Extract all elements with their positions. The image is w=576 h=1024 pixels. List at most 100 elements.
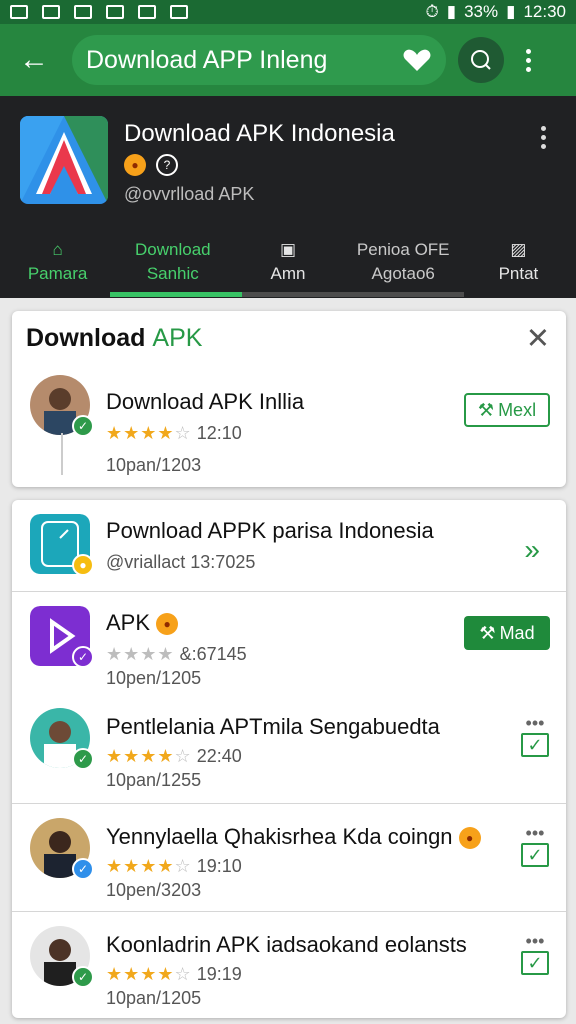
list-item[interactable]: ✓ APK ● ★★★★ &:67145 10pen/1205 ⚒ Mad — [12, 606, 566, 688]
verified-icon: ✓ — [72, 415, 94, 437]
action-button[interactable]: ⚒ Mad — [464, 616, 550, 650]
item-rating: ★★★★☆ 22:40 — [106, 746, 242, 767]
app-emoji-row: ● ? — [124, 154, 178, 176]
wrench-icon: ⚒ — [477, 399, 495, 420]
item-date: 10pen/1205 — [106, 668, 202, 688]
item-meta-text: 12:10 — [196, 423, 242, 443]
checkbox-icon[interactable]: ✓ — [521, 951, 549, 975]
item-title: APK ● — [106, 610, 179, 636]
more-dots-icon: ••• — [525, 823, 545, 843]
item-rating: ★★★★☆ 12:10 — [106, 423, 242, 444]
check-action[interactable]: ••• ✓ — [520, 823, 550, 867]
rating-stars: ★★★★☆ — [106, 964, 192, 984]
checkbox-icon[interactable]: ✓ — [521, 843, 549, 867]
download-apk-card: Download APK ✕ ✓ Download APK Inllia ★★★… — [12, 311, 566, 487]
item-title: Download APK Inllia — [106, 389, 305, 414]
check-action[interactable]: ••• ✓ — [520, 713, 550, 757]
tab-amn[interactable]: ▣ Amn — [230, 226, 345, 298]
smiley-icon: ● — [458, 827, 481, 850]
arrow-back-icon: ← — [19, 43, 49, 76]
list-item[interactable]: ✓ Yennylaella Qhakisrhea Kda coingn ● ★★… — [12, 818, 566, 906]
more-dots-icon: ••• — [525, 931, 545, 951]
dot-icon — [541, 135, 546, 140]
item-meta-text: 19:10 — [196, 856, 242, 876]
check-action[interactable]: ••• ✓ — [520, 931, 550, 975]
divider — [12, 803, 566, 804]
rating-stars: ★★★★ — [106, 644, 175, 664]
tab-sublabel: Sanhic — [146, 264, 199, 283]
divider — [12, 911, 566, 912]
badge-icon: ● — [72, 554, 94, 576]
battery-text: 33% — [464, 2, 499, 21]
search-input[interactable]: Download APP Inleng — [72, 35, 446, 85]
chevron-double-right-icon[interactable]: » — [524, 534, 540, 566]
tab-pntat[interactable]: ▨ Pntat — [461, 226, 576, 298]
card-title-accent: APK — [152, 324, 203, 352]
list-item[interactable]: ✓ Koonladrin APK iadsaokand eolansts ★★★… — [12, 926, 566, 1014]
item-rating: ★★★★☆ 19:19 — [106, 964, 242, 985]
rating-stars: ★★★★☆ — [106, 423, 192, 443]
status-bar: ⏱ ▮ 33% ▮ 12:30 — [0, 0, 576, 24]
search-button[interactable] — [458, 37, 504, 83]
leaf-icon — [74, 5, 92, 19]
verified-icon: ✓ — [72, 966, 94, 988]
item-rating: ★★★★☆ 19:10 — [106, 856, 242, 877]
back-button[interactable]: ← — [12, 38, 56, 82]
tab-pamara[interactable]: ⌂ Pamara — [0, 226, 115, 298]
app-header: Download APK Indonesia ● ? @ovvrlload AP… — [0, 96, 576, 298]
tab-bar: ⌂ Pamara Download Sanhic ▣ Amn Penioa OF… — [0, 226, 576, 298]
notification-icon — [10, 5, 28, 19]
system-status: ⏱ ▮ 33% ▮ 12:30 — [425, 2, 566, 22]
smiley-icon: ● — [124, 154, 146, 176]
rating-stars: ★★★★☆ — [106, 746, 192, 766]
close-button[interactable]: ✕ — [526, 325, 550, 354]
list-item[interactable]: ● Pownload APPK parisa Indonesia @vriall… — [12, 514, 566, 588]
checkbox-icon[interactable]: ✓ — [521, 733, 549, 757]
list-item[interactable]: ✓ Pentlelania APTmila Sengabuedta ★★★★☆ … — [12, 708, 566, 796]
header-more-button[interactable] — [541, 126, 546, 149]
item-title: Yennylaella Qhakisrhea Kda coingn ● — [106, 824, 481, 850]
signal-icon — [138, 5, 156, 19]
card-title-prefix: Download — [26, 324, 146, 352]
item-meta-text: 19:19 — [196, 964, 242, 984]
alarm-icon: ⏱ — [425, 2, 439, 21]
item-meta-text: &:67145 — [179, 644, 247, 664]
smiley-icon: ● — [156, 613, 179, 636]
more-options-button[interactable] — [518, 48, 538, 72]
wrench-icon: ⚒ — [479, 622, 496, 643]
more-dots-icon: ••• — [525, 713, 545, 733]
app-list-card: ● Pownload APPK parisa Indonesia @vriall… — [12, 500, 566, 1018]
item-meta-text: 22:40 — [196, 746, 242, 766]
heart-icon[interactable] — [402, 45, 432, 75]
item-meta: @vriallact 13:7025 — [106, 552, 256, 572]
app-title: Download APK Indonesia — [124, 120, 395, 147]
item-title: Koonladrin APK iadsaokand eolansts — [106, 932, 467, 957]
chart-icon: ▨ — [510, 240, 527, 259]
tab-download[interactable]: Download Sanhic — [115, 226, 230, 298]
dot-icon — [525, 48, 531, 54]
item-date: 10pan/1255 — [106, 770, 202, 790]
action-label: Mexl — [498, 399, 537, 420]
tab-label: Download — [135, 240, 211, 259]
dot-icon — [541, 126, 546, 131]
item-rating: ★★★★ &:67145 — [106, 644, 247, 665]
top-app-bar: ← Download APP Inleng — [0, 24, 576, 96]
dot-icon — [525, 57, 531, 63]
rating-stars: ★★★★☆ — [106, 856, 192, 876]
item-date: 10pan/1205 — [106, 988, 202, 1008]
home-icon: ⌂ — [52, 240, 63, 259]
verified-icon: ✓ — [72, 858, 94, 880]
tab-penioa[interactable]: Penioa OFE Agotao6 — [346, 226, 461, 298]
tab-sublabel: Agotao6 — [371, 264, 435, 283]
clock-text: 12:30 — [523, 2, 566, 21]
help-icon[interactable]: ? — [156, 154, 178, 176]
tab-indicator-track — [242, 292, 464, 297]
search-icon — [471, 50, 491, 70]
action-button[interactable]: ⚒ Mexl — [464, 393, 550, 427]
item-date: 10pan/1203 — [106, 455, 202, 475]
divider — [12, 591, 566, 592]
search-value: Download APP Inleng — [86, 45, 328, 74]
connector-line — [61, 433, 63, 475]
dot-icon — [525, 66, 531, 72]
card-title: Download APK — [26, 324, 202, 353]
